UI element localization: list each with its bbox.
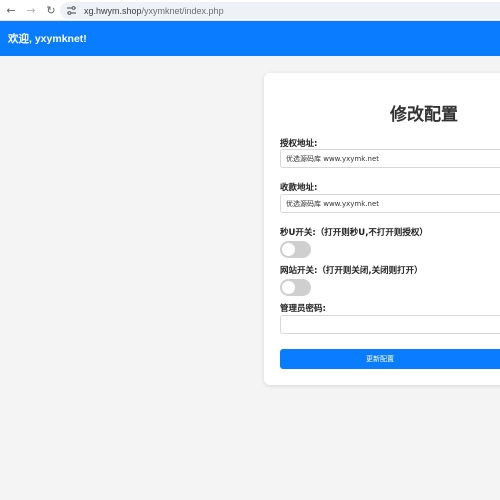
toggle-knob (282, 243, 295, 256)
address-bar[interactable]: xg.hwym.shop/yxymknet/index.php (60, 2, 500, 19)
pay-address-label: 收款地址: (280, 183, 318, 193)
config-card: 修改配置 授权地址: 优选源码库 www.yxymk.net 收款地址: 优选源… (264, 73, 500, 385)
page-title: 修改配置 (390, 105, 458, 125)
top-navbar: 欢迎, yxymknet! (0, 21, 500, 56)
admin-password-input[interactable] (280, 315, 500, 334)
reload-icon[interactable]: ↻ (41, 0, 61, 21)
browser-toolbar: ← → ↻ xg.hwym.shop/yxymknet/index.php (0, 0, 500, 21)
url-text: xg.hwym.shop/yxymknet/index.php (84, 6, 224, 16)
update-config-button[interactable]: 更新配置 (280, 349, 500, 369)
admin-password-label: 管理员密码: (280, 304, 326, 314)
forward-arrow-icon[interactable]: → (21, 0, 41, 21)
url-host: xg.hwym.shop (84, 5, 142, 16)
auth-address-input[interactable]: 优选源码库 www.yxymk.net (280, 149, 500, 168)
auth-address-label: 授权地址: (280, 139, 318, 149)
toggle-knob (282, 281, 295, 294)
url-path: /yxymknet/index.php (141, 5, 224, 16)
pay-address-input[interactable]: 优选源码库 www.yxymk.net (280, 194, 500, 213)
back-arrow-icon[interactable]: ← (1, 0, 21, 21)
site-switch-label: 网站开关:（打开则关闭,关闭则打开） (280, 266, 423, 276)
secu-toggle[interactable] (280, 241, 311, 258)
site-toggle[interactable] (280, 279, 311, 296)
welcome-text: 欢迎, yxymknet! (8, 33, 87, 45)
site-info-icon[interactable] (66, 5, 77, 16)
secu-switch-label: 秒U开关:（打开则秒U,不打开则授权） (280, 228, 428, 238)
